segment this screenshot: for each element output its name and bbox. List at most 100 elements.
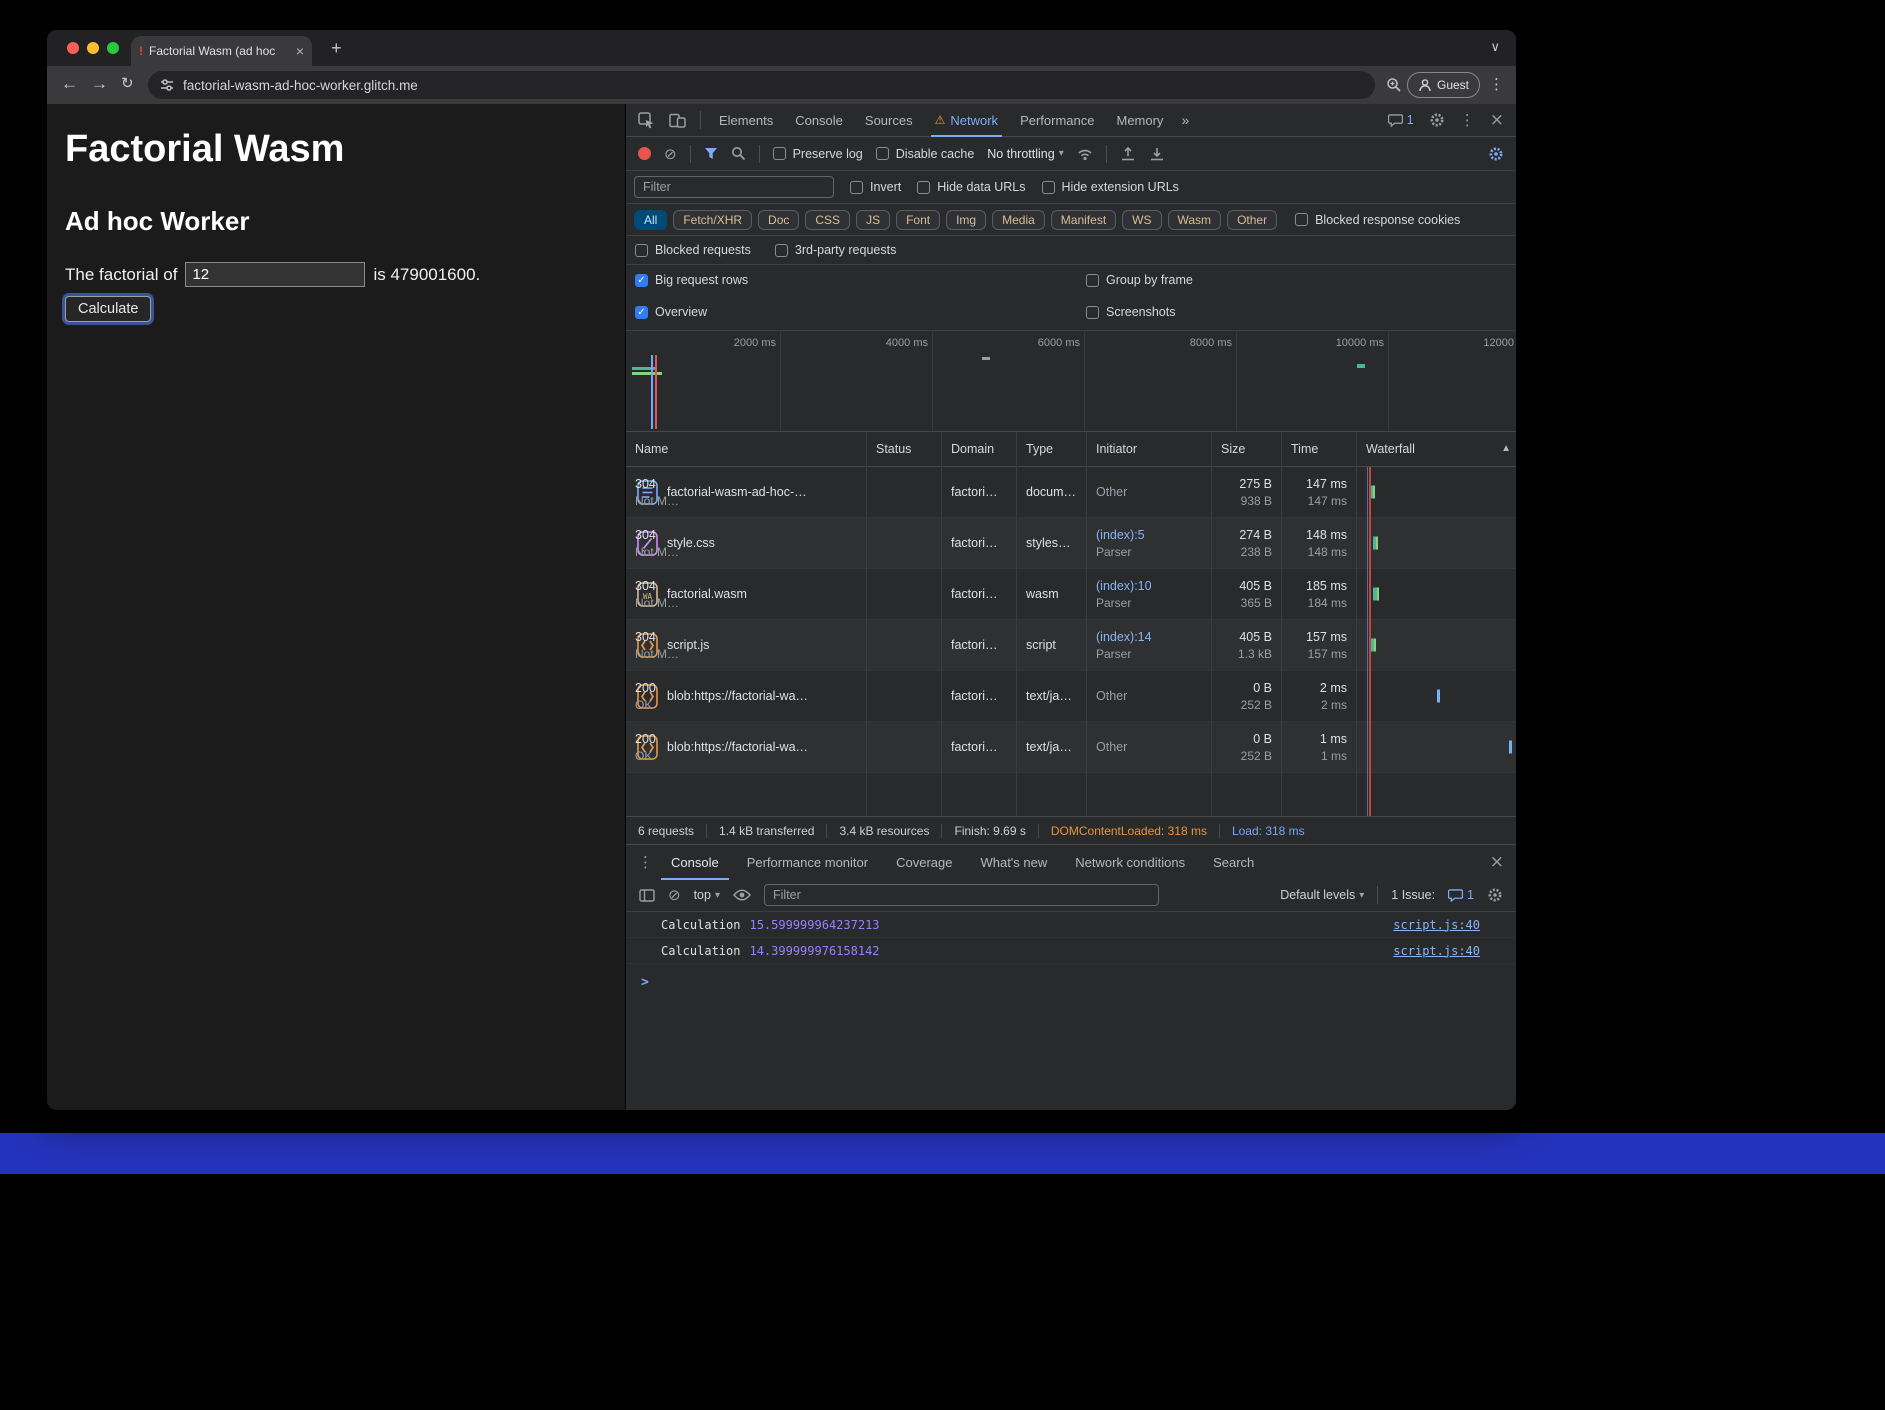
tab-console[interactable]: Console [791,104,847,137]
column-header-status[interactable]: Status [867,432,941,466]
filter-chip-wasm[interactable]: Wasm [1168,210,1222,230]
more-tabs-icon[interactable]: » [1181,112,1189,128]
hide-data-urls-checkbox[interactable]: ✓ Hide data URLs [917,180,1025,194]
context-select[interactable]: top ▾ [694,888,720,902]
hide-extension-urls-checkbox[interactable]: ✓ Hide extension URLs [1042,180,1179,194]
tab-memory[interactable]: Memory [1112,104,1167,137]
console-source-link[interactable]: script.js:40 [1393,918,1480,932]
export-har-icon[interactable] [1149,146,1165,161]
column-header-waterfall[interactable]: Waterfall [1357,432,1507,466]
settings-gear-icon[interactable] [1429,112,1445,128]
column-header-name[interactable]: Name [626,432,866,466]
drawer-tab-search[interactable]: Search [1203,845,1264,880]
console-message[interactable]: Calculation 15.599999964237213 script.js… [626,912,1516,938]
network-settings-gear-icon[interactable] [1488,146,1504,162]
console-filter-input[interactable] [764,884,1159,906]
window-close-button[interactable] [67,42,79,54]
sort-asc-icon[interactable]: ▲ [1501,443,1511,454]
column-divider[interactable] [1086,432,1087,816]
disable-cache-checkbox[interactable]: ✓ Disable cache [876,147,975,161]
filter-chip-other[interactable]: Other [1227,210,1277,230]
network-overview-timeline[interactable]: 2000 ms 4000 ms 6000 ms 8000 ms 10000 ms… [626,330,1516,432]
factorial-input[interactable] [185,262,365,287]
tab-search-button[interactable]: ∨ [1490,39,1500,55]
tab-close-icon[interactable]: × [296,43,304,59]
column-header-domain[interactable]: Domain [942,432,1016,466]
new-tab-button[interactable]: + [331,38,342,58]
back-button[interactable]: ← [61,74,78,94]
site-settings-icon[interactable] [160,78,174,92]
column-divider[interactable] [866,432,867,816]
column-header-time[interactable]: Time [1282,432,1356,466]
device-toolbar-icon[interactable] [669,112,686,128]
drawer-close-icon[interactable]: × [1490,852,1504,872]
issues-counter[interactable]: 1 [1388,113,1414,127]
tab-network[interactable]: ⚠ Network [931,104,1002,137]
network-request-row[interactable]: WA factorial.wasm 304 Not M… factori… [626,569,1516,620]
column-divider[interactable] [1016,432,1017,816]
invert-checkbox[interactable]: ✓ Invert [850,180,901,194]
throttling-select[interactable]: No throttling ▾ [987,147,1063,161]
drawer-tab-coverage[interactable]: Coverage [886,845,962,880]
profile-badge[interactable]: Guest [1407,72,1480,98]
clear-network-icon[interactable]: ⊘ [664,145,677,163]
drawer-tab-performance-monitor[interactable]: Performance monitor [737,845,878,880]
search-icon[interactable] [731,146,746,161]
filter-chip-font[interactable]: Font [896,210,940,230]
third-party-requests-checkbox[interactable]: ✓ 3rd-party requests [775,243,896,257]
filter-chip-img[interactable]: Img [946,210,986,230]
record-button[interactable] [638,147,651,160]
filter-chip-doc[interactable]: Doc [758,210,799,230]
network-request-row[interactable]: blob:https://factorial-wa… 200 OK factor… [626,722,1516,773]
inspect-element-icon[interactable] [638,112,655,129]
filter-chip-media[interactable]: Media [992,210,1045,230]
column-divider[interactable] [941,432,942,816]
console-message[interactable]: Calculation 14.399999976158142 script.js… [626,938,1516,964]
column-divider[interactable] [1211,432,1212,816]
network-request-row[interactable]: style.css 304 Not M… factori… styles… [626,518,1516,569]
column-header-size[interactable]: Size [1212,432,1281,466]
filter-chip-css[interactable]: CSS [805,210,850,230]
drawer-tab-console[interactable]: Console [661,845,729,880]
tab-elements[interactable]: Elements [715,104,777,137]
zoom-magnifier-icon[interactable] [1386,77,1402,93]
calculate-button[interactable]: Calculate [65,296,151,322]
forward-button[interactable]: → [91,74,108,94]
initiator-link[interactable]: (index):14 [1096,629,1202,646]
filter-funnel-icon[interactable] [704,147,718,160]
network-request-row[interactable]: blob:https://factorial-wa… 200 OK factor… [626,671,1516,722]
window-minimize-button[interactable] [87,42,99,54]
tab-performance[interactable]: Performance [1016,104,1098,137]
clear-console-icon[interactable]: ⊘ [668,886,681,904]
console-settings-gear-icon[interactable] [1487,887,1503,903]
network-request-row[interactable]: script.js 304 Not M… factori… script [626,620,1516,671]
preserve-log-checkbox[interactable]: ✓ Preserve log [773,147,863,161]
tab-sources[interactable]: Sources [861,104,917,137]
overview-checkbox[interactable]: ✓ Overview [635,305,707,319]
console-source-link[interactable]: script.js:40 [1393,944,1480,958]
network-conditions-icon[interactable] [1077,147,1093,161]
screenshots-checkbox[interactable]: ✓ Screenshots [1086,305,1175,319]
drawer-tab-network-conditions[interactable]: Network conditions [1065,845,1195,880]
column-divider[interactable] [1356,432,1357,816]
blocked-response-cookies-checkbox[interactable]: ✓ Blocked response cookies [1295,213,1460,227]
browser-menu-button[interactable]: ⋮ [1489,75,1504,93]
group-by-frame-checkbox[interactable]: ✓ Group by frame [1086,273,1193,287]
filter-chip-ws[interactable]: WS [1122,210,1161,230]
network-filter-input[interactable] [634,176,834,198]
devtools-menu-icon[interactable]: ⋮ [1460,111,1475,129]
initiator-link[interactable]: (index):10 [1096,578,1202,595]
console-prompt[interactable]: > [626,964,1516,990]
address-bar[interactable]: factorial-wasm-ad-hoc-worker.glitch.me [148,71,1375,99]
filter-chip-fetch-xhr[interactable]: Fetch/XHR [673,210,752,230]
console-sidebar-icon[interactable] [639,889,655,902]
log-levels-select[interactable]: Default levels ▾ [1280,888,1364,902]
column-divider[interactable] [1281,432,1282,816]
devtools-close-icon[interactable]: × [1490,110,1504,130]
drawer-menu-icon[interactable]: ⋮ [638,853,653,871]
eye-icon[interactable] [733,889,751,901]
initiator-link[interactable]: (index):5 [1096,527,1202,544]
window-zoom-button[interactable] [107,42,119,54]
import-har-icon[interactable] [1120,146,1136,161]
big-request-rows-checkbox[interactable]: ✓ Big request rows [635,273,748,287]
